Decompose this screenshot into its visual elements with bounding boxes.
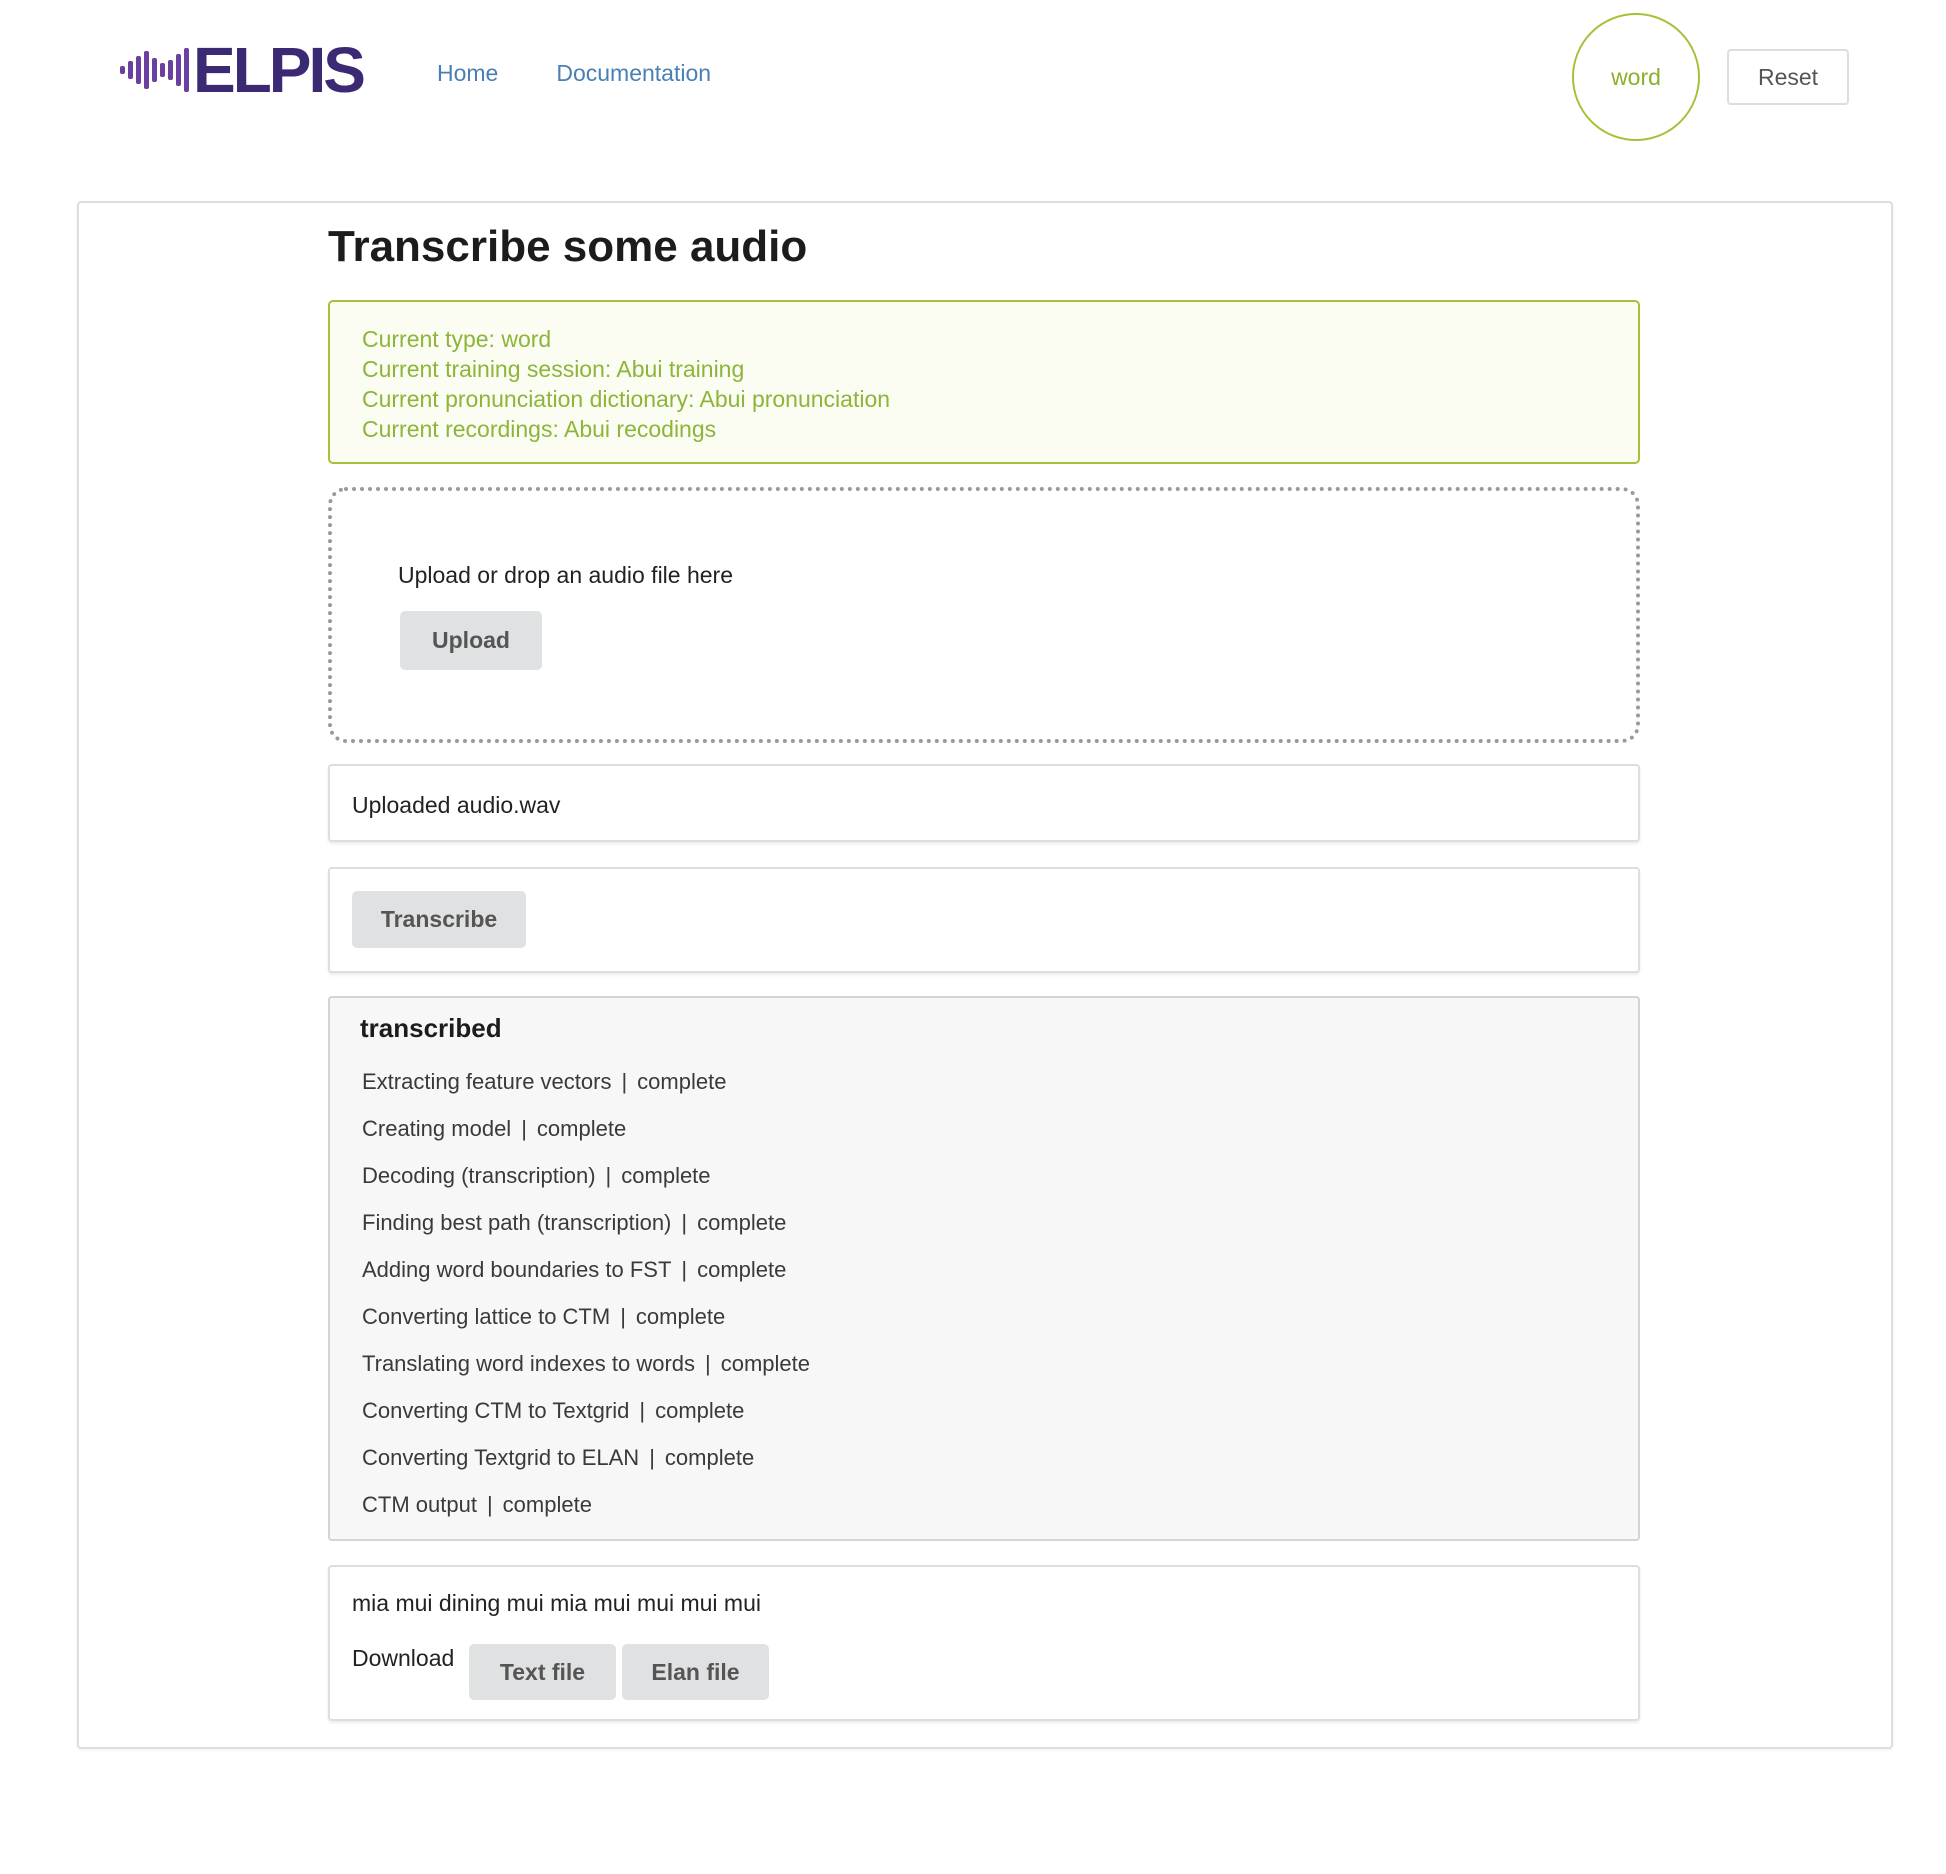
current-pronunciation-dictionary-line: Current pronunciation dictionary: Abui p… <box>362 386 891 412</box>
step-name: CTM output <box>362 1492 477 1517</box>
step-state: complete <box>637 1069 727 1094</box>
main-nav: Home Documentation <box>437 60 711 87</box>
logo-text: ELPIS <box>193 34 366 106</box>
step-separator: | <box>705 1351 711 1376</box>
status-step: Converting CTM to Textgrid | complete <box>362 1393 810 1440</box>
status-title: transcribed <box>360 1013 502 1043</box>
status-step: Extracting feature vectors | complete <box>362 1064 810 1111</box>
step-state: complete <box>635 1304 726 1329</box>
step-name: Decoding (transcription) <box>362 1163 596 1188</box>
status-step: CTM output | complete <box>362 1487 810 1534</box>
current-settings-box: Current type: word Current training sess… <box>328 300 1640 464</box>
status-step: Converting Textgrid to ELAN | complete <box>362 1440 810 1487</box>
step-state: complete <box>655 1398 745 1423</box>
current-type-badge[interactable]: word <box>1572 13 1700 141</box>
upload-button[interactable]: Upload <box>400 611 542 670</box>
app-header: ELPIS Home Documentation word Reset <box>0 0 1946 180</box>
current-training-session-line: Current training session: Abui training <box>362 356 745 382</box>
transcribe-button[interactable]: Transcribe <box>352 891 526 948</box>
download-label: Download <box>352 1645 455 1671</box>
status-step-list: Extracting feature vectors | complete Crea… <box>362 1064 810 1534</box>
status-step: Creating model | complete <box>362 1111 810 1158</box>
status-step: Finding best path (transcription) | comple… <box>362 1205 810 1252</box>
step-name: Extracting feature vectors <box>362 1069 612 1094</box>
step-separator: | <box>681 1257 688 1282</box>
step-separator: | <box>486 1492 493 1517</box>
elpis-logo[interactable]: ELPIS <box>120 34 366 106</box>
download-elan-file-button[interactable]: Elan file <box>622 1644 769 1700</box>
step-separator: | <box>639 1398 646 1423</box>
step-state: complete <box>697 1210 787 1235</box>
step-name: Creating model <box>362 1116 512 1141</box>
current-type-line: Current type: word <box>362 326 552 352</box>
nav-home-link[interactable]: Home <box>437 60 498 87</box>
reset-button[interactable]: Reset <box>1727 49 1849 105</box>
step-state: complete <box>536 1116 627 1141</box>
uploaded-file-text: Uploaded audio.wav <box>352 792 561 818</box>
step-separator: | <box>681 1210 688 1235</box>
step-name: Converting CTM to Textgrid <box>362 1398 630 1423</box>
status-step: Adding word boundaries to FST | complete <box>362 1252 810 1299</box>
step-separator: | <box>620 1304 626 1329</box>
step-separator: | <box>621 1069 628 1094</box>
nav-documentation-link[interactable]: Documentation <box>556 60 711 87</box>
drop-zone-prompt: Upload or drop an audio file here <box>398 562 734 588</box>
download-text-file-button[interactable]: Text file <box>469 1644 616 1700</box>
step-state: complete <box>621 1163 711 1188</box>
step-name: Converting Textgrid to ELAN <box>362 1445 640 1470</box>
status-step: Translating word indexes to words | comple… <box>362 1346 810 1393</box>
waveform-icon <box>120 48 189 92</box>
step-state: complete <box>502 1492 592 1517</box>
step-name: Finding best path (transcription) <box>362 1210 672 1235</box>
step-state: complete <box>697 1257 787 1282</box>
transcription-text: mia mui dining mui mia mui mui mui mui <box>352 1590 761 1616</box>
step-name: Converting lattice to CTM <box>362 1304 611 1329</box>
current-recordings-line: Current recordings: Abui recodings <box>362 416 717 442</box>
step-state: complete <box>720 1351 811 1376</box>
step-name: Translating word indexes to words <box>362 1351 696 1376</box>
page-title: Transcribe some audio <box>328 222 808 271</box>
status-step: Converting lattice to CTM | complete <box>362 1299 810 1346</box>
step-name: Adding word boundaries to FST <box>362 1257 672 1282</box>
step-state: complete <box>664 1445 755 1470</box>
step-separator: | <box>649 1445 655 1470</box>
step-separator: | <box>605 1163 612 1188</box>
status-step: Decoding (transcription) | complete <box>362 1158 810 1205</box>
step-separator: | <box>521 1116 527 1141</box>
